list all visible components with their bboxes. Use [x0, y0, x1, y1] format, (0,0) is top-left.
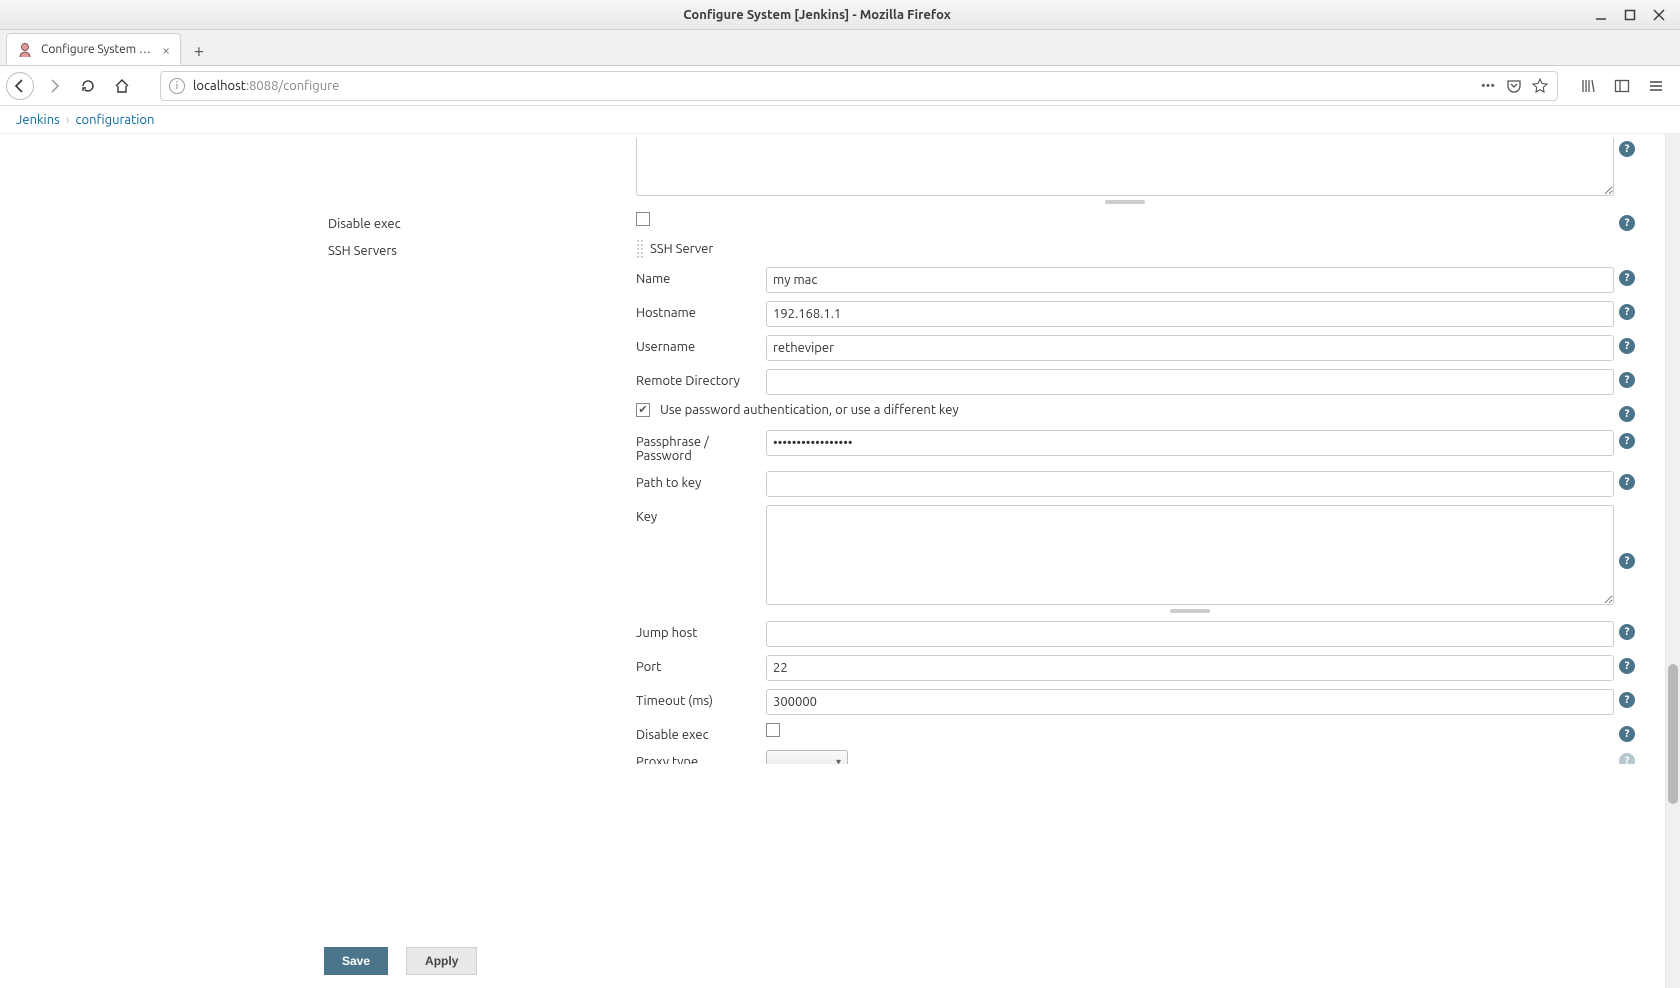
help-icon[interactable]: ?: [1619, 753, 1635, 764]
help-icon[interactable]: ?: [1619, 658, 1635, 674]
nav-home-button[interactable]: [108, 72, 136, 100]
library-icon[interactable]: [1574, 72, 1602, 100]
label-username: Username: [636, 335, 766, 354]
browser-navbar: i localhost:8088/configure •••: [0, 66, 1680, 106]
help-icon[interactable]: ?: [1619, 553, 1635, 569]
ssh-server-heading: SSH Server: [650, 242, 713, 256]
help-icon[interactable]: ?: [1619, 624, 1635, 640]
tab-favicon-icon: [17, 42, 33, 58]
help-icon[interactable]: ?: [1619, 406, 1635, 422]
breadcrumb-jenkins[interactable]: Jenkins: [16, 113, 60, 127]
name-input[interactable]: [766, 267, 1614, 293]
window-close-icon[interactable]: [1652, 8, 1666, 22]
timeout-input[interactable]: [766, 689, 1614, 715]
hostname-input[interactable]: [766, 301, 1614, 327]
scrollbar-track[interactable]: [1665, 134, 1680, 988]
breadcrumb: Jenkins › configuration: [0, 106, 1680, 134]
key-textarea[interactable]: [766, 505, 1614, 605]
label-jump-host: Jump host: [636, 621, 766, 640]
site-info-icon[interactable]: i: [169, 78, 185, 94]
tab-title: Configure System [Jenkins]: [41, 43, 154, 56]
new-tab-button[interactable]: +: [185, 37, 213, 65]
drag-handle-icon[interactable]: [636, 239, 644, 259]
breadcrumb-configuration[interactable]: configuration: [75, 113, 154, 127]
help-icon[interactable]: ?: [1619, 372, 1635, 388]
help-icon[interactable]: ?: [1619, 338, 1635, 354]
resize-handle-icon[interactable]: [1105, 200, 1145, 204]
help-icon[interactable]: ?: [1619, 726, 1635, 742]
label-name: Name: [636, 267, 766, 286]
browser-tab[interactable]: Configure System [Jenkins] ×: [6, 33, 181, 65]
proxy-type-select[interactable]: ▾: [766, 750, 848, 764]
label-proxy-type: Proxy type: [636, 750, 766, 764]
window-titlebar: Configure System [Jenkins] - Mozilla Fir…: [0, 0, 1680, 30]
label-remote-directory: Remote Directory: [636, 369, 766, 388]
pocket-icon[interactable]: [1505, 77, 1523, 95]
previous-textarea[interactable]: [636, 138, 1614, 196]
url-text: localhost:8088/configure: [193, 79, 339, 93]
help-icon[interactable]: ?: [1619, 270, 1635, 286]
jump-host-input[interactable]: [766, 621, 1614, 647]
save-button[interactable]: Save: [324, 947, 388, 975]
label-port: Port: [636, 655, 766, 674]
window-title: Configure System [Jenkins] - Mozilla Fir…: [40, 8, 1594, 22]
nav-back-button[interactable]: [6, 72, 34, 100]
label-disable-exec-inner: Disable exec: [636, 723, 766, 742]
page-actions-icon[interactable]: •••: [1479, 77, 1497, 95]
scrollbar-thumb[interactable]: [1668, 664, 1678, 804]
help-icon[interactable]: ?: [1619, 304, 1635, 320]
help-icon[interactable]: ?: [1619, 141, 1635, 157]
port-input[interactable]: [766, 655, 1614, 681]
nav-reload-button[interactable]: [74, 72, 102, 100]
sidebar-toggle-icon[interactable]: [1608, 72, 1636, 100]
resize-handle-icon[interactable]: [1170, 609, 1210, 613]
window-controls: [1594, 8, 1680, 22]
main-content: ? Disable exec ? SSH Servers SSH Server: [0, 134, 1680, 988]
app-menu-icon[interactable]: [1642, 72, 1670, 100]
help-icon[interactable]: ?: [1619, 692, 1635, 708]
label-timeout: Timeout (ms): [636, 689, 766, 708]
url-bar[interactable]: i localhost:8088/configure •••: [160, 71, 1558, 101]
path-to-key-input[interactable]: [766, 471, 1614, 497]
label-hostname: Hostname: [636, 301, 766, 320]
label-key: Key: [636, 505, 766, 524]
remote-directory-input[interactable]: [766, 369, 1614, 395]
breadcrumb-separator-icon: ›: [66, 113, 70, 127]
window-minimize-icon[interactable]: [1594, 8, 1608, 22]
use-password-auth-checkbox[interactable]: [636, 403, 650, 417]
passphrase-input[interactable]: [766, 430, 1614, 456]
disable-exec-inner-checkbox[interactable]: [766, 723, 780, 737]
help-icon[interactable]: ?: [1619, 474, 1635, 490]
label-ssh-servers: SSH Servers: [328, 239, 636, 258]
label-disable-exec: Disable exec: [328, 212, 636, 231]
label-path-to-key: Path to key: [636, 471, 766, 490]
disable-exec-checkbox[interactable]: [636, 212, 650, 226]
label-passphrase: Passphrase / Password: [636, 430, 766, 463]
tab-close-icon[interactable]: ×: [162, 42, 170, 58]
help-icon[interactable]: ?: [1619, 433, 1635, 449]
chevron-down-icon: ▾: [836, 756, 841, 764]
nav-forward-button[interactable]: [40, 72, 68, 100]
window-maximize-icon[interactable]: [1623, 8, 1637, 22]
form-footer: Save Apply: [0, 934, 1665, 988]
bookmark-star-icon[interactable]: [1531, 77, 1549, 95]
label-use-password-auth: Use password authentication, or use a di…: [660, 403, 959, 417]
apply-button[interactable]: Apply: [406, 947, 477, 975]
help-icon[interactable]: ?: [1619, 215, 1635, 231]
username-input[interactable]: [766, 335, 1614, 361]
browser-tabstrip: Configure System [Jenkins] × +: [0, 30, 1680, 66]
